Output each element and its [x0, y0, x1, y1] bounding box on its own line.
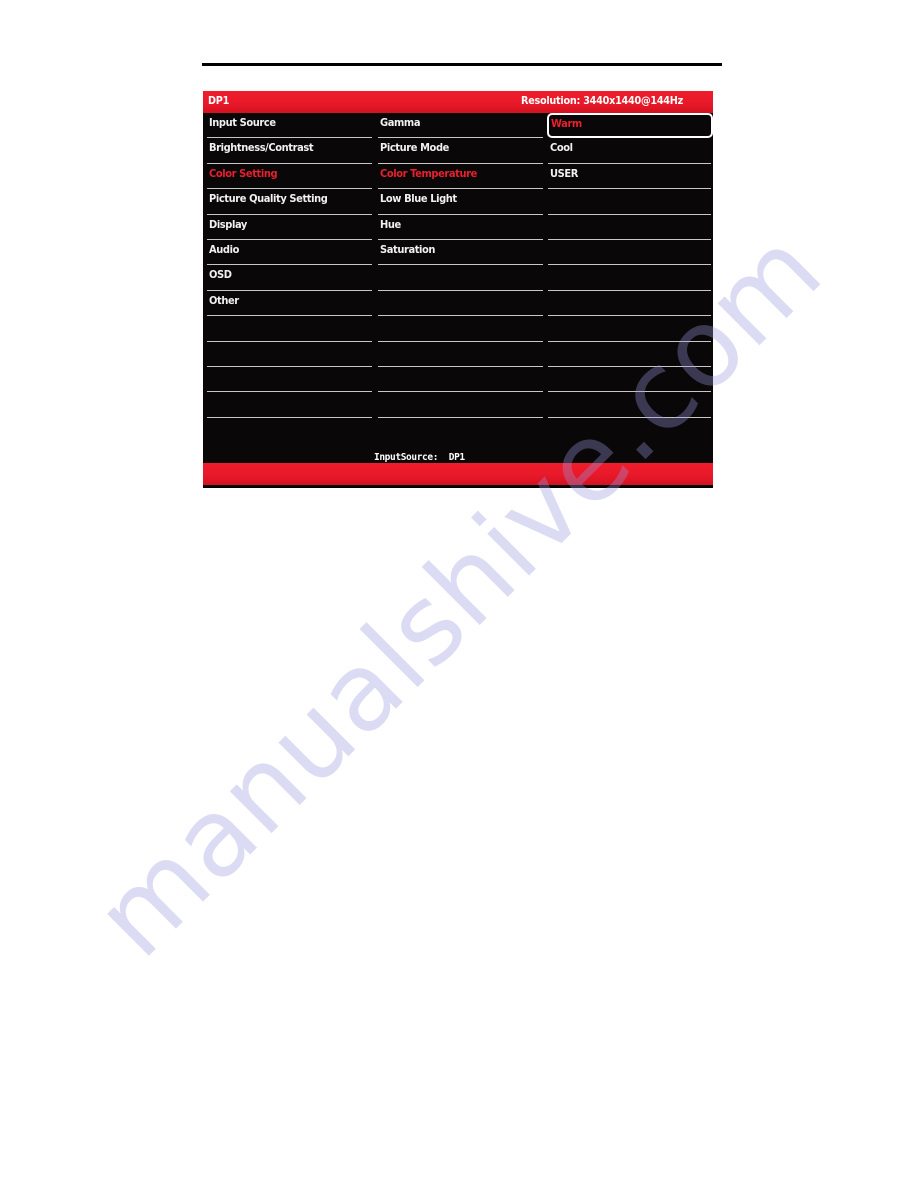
- osd-menu-item-empty: [206, 367, 376, 393]
- osd-menu-item-label: Other: [209, 293, 239, 307]
- osd-row-separator: [548, 416, 712, 418]
- osd-menu-item-cool[interactable]: Cool: [547, 138, 713, 164]
- osd-menu-item-empty: [206, 316, 376, 342]
- osd-menu-item-display[interactable]: Display: [206, 215, 376, 240]
- osd-menu-item-label: Picture Quality Setting: [209, 192, 328, 206]
- monitor-osd-menu: DP1 Resolution: 3440x1440@144Hz Input So…: [203, 91, 713, 502]
- osd-menu-item-warm[interactable]: Warm: [547, 113, 713, 139]
- osd-menu-item-color-setting[interactable]: Color Setting: [206, 164, 376, 190]
- osd-menu-item-other[interactable]: Other: [206, 291, 376, 317]
- osd-menu-item-label: Hue: [379, 217, 401, 231]
- osd-menu-item-audio[interactable]: Audio: [206, 240, 376, 266]
- page-horizontal-rule: [202, 63, 722, 66]
- osd-menu-item-empty: [547, 265, 713, 291]
- osd-menu-item-empty: [206, 392, 376, 418]
- osd-info-resolution: Resolution: 3440x1440@144Hz: [374, 491, 524, 502]
- osd-menu-item-hue[interactable]: Hue: [377, 215, 547, 240]
- osd-header-bar: DP1 Resolution: 3440x1440@144Hz: [203, 91, 713, 113]
- osd-menu-item-input-source[interactable]: Input Source: [206, 113, 376, 139]
- osd-menu-item-label: Saturation: [379, 242, 435, 256]
- osd-menu-item-label: Picture Mode: [379, 141, 449, 155]
- osd-menu-item-picture-quality-setting[interactable]: Picture Quality Setting: [206, 189, 376, 215]
- osd-menu-item-empty: [377, 291, 547, 317]
- osd-menu-item-label: Audio: [209, 242, 239, 256]
- osd-column-options: Warm Cool USER: [546, 113, 713, 463]
- osd-menu-item-label: Display: [209, 217, 247, 231]
- osd-menu-item-label: USER: [550, 166, 579, 180]
- osd-input-source-title: DP1: [208, 94, 230, 107]
- osd-menu-item-empty: [547, 291, 713, 317]
- osd-menu-item-empty: [547, 240, 713, 266]
- osd-menu-item-empty: [547, 367, 713, 393]
- osd-menu-item-label: Input Source: [209, 116, 276, 129]
- osd-menu-item-label: Color Temperature: [379, 166, 477, 180]
- osd-menu-item-label: Warm: [551, 117, 583, 130]
- osd-menu-item-empty: [547, 392, 713, 418]
- osd-menu-item-label: Color Setting: [209, 166, 278, 180]
- osd-menu-item-empty: [547, 189, 713, 215]
- osd-menu-item-empty: [377, 265, 547, 291]
- osd-footer-bar: [203, 463, 713, 485]
- osd-menu-item-empty: [547, 342, 713, 367]
- osd-menu-item-label: Low Blue Light: [379, 192, 457, 206]
- osd-row-separator: [207, 416, 372, 418]
- osd-menu-columns: Input Source Brightness/Contrast Color Set…: [203, 113, 713, 463]
- osd-resolution-title: Resolution: 3440x1440@144Hz: [521, 94, 683, 107]
- osd-menu-item-empty: [547, 215, 713, 240]
- osd-menu-item-osd[interactable]: OSD: [206, 265, 376, 291]
- osd-menu-item-label: Gamma: [379, 116, 421, 129]
- osd-menu-item-label: Cool: [550, 141, 573, 155]
- osd-menu-item-user[interactable]: USER: [547, 164, 713, 190]
- osd-menu-item-gamma[interactable]: Gamma: [377, 113, 547, 139]
- osd-menu-item-color-temperature[interactable]: Color Temperature: [377, 164, 547, 190]
- osd-column-main-menu: Input Source Brightness/Contrast Color Set…: [203, 113, 376, 463]
- osd-menu-item-picture-mode[interactable]: Picture Mode: [377, 138, 547, 164]
- osd-menu-item-saturation[interactable]: Saturation: [377, 240, 547, 266]
- osd-menu-item-empty: [377, 392, 547, 418]
- osd-menu-item-label: OSD: [209, 268, 232, 282]
- osd-menu-item-empty: [377, 316, 547, 342]
- osd-menu-item-brightness-contrast[interactable]: Brightness/Contrast: [206, 138, 376, 164]
- osd-menu-item-empty: [206, 342, 376, 367]
- osd-menu-item-empty: [377, 342, 547, 367]
- osd-menu-item-empty: [547, 316, 713, 342]
- osd-menu-item-label: Brightness/Contrast: [209, 141, 314, 155]
- osd-menu-item-empty: [377, 367, 547, 393]
- osd-column-submenu: Gamma Picture Mode Color Temperature Low Bl…: [376, 113, 547, 463]
- osd-row-separator: [377, 416, 543, 418]
- osd-menu-item-low-blue-light[interactable]: Low Blue Light: [377, 189, 547, 215]
